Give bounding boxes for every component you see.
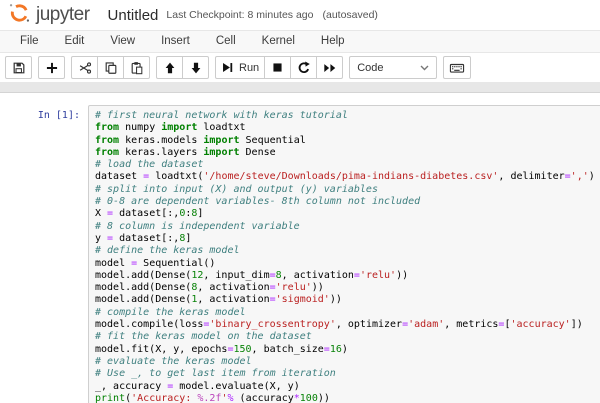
code-line: from keras.layers import Dense	[95, 146, 276, 158]
code-line: # 0-8 are dependent variables- 8th colum…	[95, 196, 421, 208]
menu-insert[interactable]: Insert	[148, 31, 203, 52]
move-down-icon	[189, 61, 203, 75]
save-button[interactable]	[5, 56, 32, 79]
move-up-icon	[163, 61, 177, 75]
code-line: # split into input (X) and output (y) va…	[95, 183, 378, 195]
notebook-area: In [1]: # first neural network with kera…	[0, 93, 600, 403]
menu-file[interactable]: File	[7, 31, 52, 52]
code-line: print('Accuracy: %.2f'% (accuracy*100))	[95, 392, 330, 403]
jupyter-logo-text: jupyter	[36, 4, 90, 25]
command-palette-button[interactable]	[443, 56, 472, 79]
interrupt-kernel-button[interactable]	[264, 56, 292, 79]
save-icon	[12, 61, 26, 75]
cell-type-select[interactable]: Code	[349, 56, 438, 79]
code-line: model.add(Dense(12, input_dim=8, activat…	[95, 269, 409, 281]
checkpoint-status: Last Checkpoint: 8 minutes ago	[166, 9, 314, 21]
code-line: # load the dataset	[95, 159, 204, 171]
code-line: from keras.models import Sequential	[95, 134, 306, 146]
add-cell-icon	[45, 61, 59, 75]
paste-icon	[130, 61, 144, 75]
restart-run-all-button[interactable]	[316, 56, 344, 79]
code-line: X = dataset[:,0:8]	[95, 208, 204, 220]
header-divider	[0, 82, 600, 93]
menu-help[interactable]: Help	[308, 31, 358, 52]
jupyter-logo[interactable]: jupyter	[8, 1, 90, 29]
keyboard-icon	[449, 61, 465, 75]
jupyter-logo-icon	[8, 1, 31, 29]
restart-kernel-button[interactable]	[290, 56, 318, 79]
code-line: from numpy import loadtxt	[95, 122, 246, 134]
code-line: # define the keras model	[95, 245, 240, 257]
cut-cell-button[interactable]	[71, 56, 98, 79]
chevron-down-icon	[420, 62, 429, 74]
menu-view[interactable]: View	[97, 31, 148, 52]
notebook-title[interactable]: Untitled	[108, 7, 159, 24]
code-line: # evaluate the keras model	[95, 355, 252, 367]
stop-icon	[271, 61, 284, 74]
restart-kernel-icon	[297, 61, 311, 75]
code-cell: In [1]: # first neural network with kera…	[0, 105, 600, 403]
code-line: # compile the keras model	[95, 306, 246, 318]
fast-forward-icon	[323, 61, 337, 75]
autosave-status: (autosaved)	[322, 9, 378, 21]
code-line: model.add(Dense(8, activation='relu'))	[95, 282, 324, 294]
code-line: y = dataset[:,8]	[95, 232, 192, 244]
code-line: model = Sequential()	[95, 257, 216, 269]
notebook-header: jupyter Untitled Last Checkpoint: 8 minu…	[0, 0, 600, 30]
run-cell-button[interactable]: Run	[215, 56, 266, 79]
copy-cell-button[interactable]	[97, 56, 124, 79]
code-line: # Use _, to get last item from iteration	[95, 368, 336, 380]
code-line: # fit the keras model on the dataset	[95, 331, 312, 343]
code-editor[interactable]: # first neural network with keras tutori…	[88, 105, 600, 403]
code-line: dataset = loadtxt('/home/steve/Downloads…	[95, 171, 595, 183]
paste-cell-button[interactable]	[123, 56, 150, 79]
run-button-label: Run	[239, 61, 260, 74]
code-line: model.fit(X, y, epochs=150, batch_size=1…	[95, 343, 348, 355]
menu-kernel[interactable]: Kernel	[249, 31, 308, 52]
insert-cell-below-button[interactable]	[38, 56, 65, 79]
code-line: # 8 column is independent variable	[95, 220, 300, 232]
input-prompt: In [1]:	[37, 110, 80, 121]
move-cell-up-button[interactable]	[156, 56, 183, 79]
menu-edit[interactable]: Edit	[52, 31, 98, 52]
run-icon	[221, 61, 234, 74]
code-line: # first neural network with keras tutori…	[95, 110, 348, 121]
code-line: model.compile(loss='binary_crossentropy'…	[95, 319, 583, 331]
code-line: _, accuracy = model.evaluate(X, y)	[95, 380, 300, 392]
menu-cell[interactable]: Cell	[203, 31, 249, 52]
move-cell-down-button[interactable]	[182, 56, 209, 79]
code-line: model.add(Dense(1, activation='sigmoid')…	[95, 294, 342, 306]
cut-icon	[78, 61, 92, 75]
menu-bar: File Edit View Insert Cell Kernel Help	[0, 30, 600, 53]
cell-type-value: Code	[357, 61, 384, 74]
toolbar: Run Code	[0, 53, 600, 82]
copy-icon	[104, 61, 118, 75]
